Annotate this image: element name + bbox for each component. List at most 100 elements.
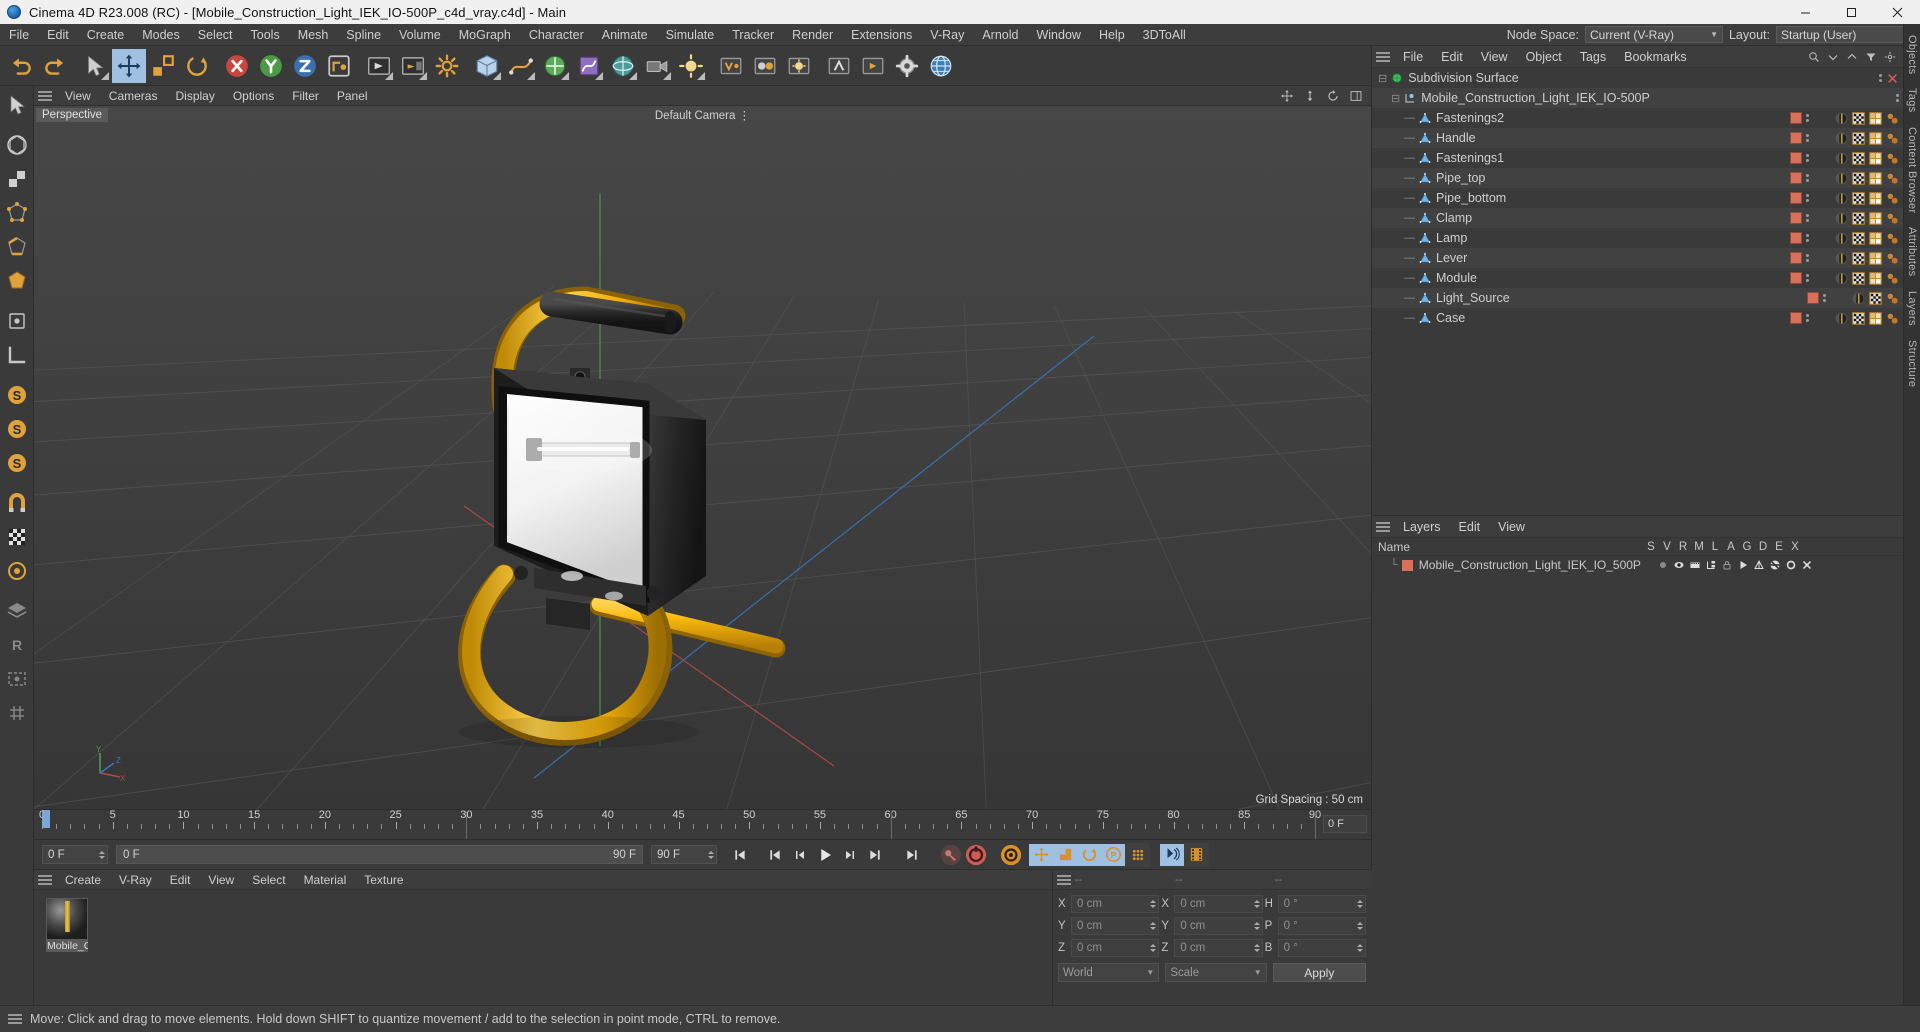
- phong-tag-icon[interactable]: [1886, 112, 1899, 125]
- phong-tag-icon[interactable]: [1886, 292, 1899, 305]
- layer-color-tag[interactable]: [1790, 232, 1802, 244]
- texture-tag-icon[interactable]: [1869, 171, 1882, 185]
- current-frame-input[interactable]: 0 F: [42, 845, 108, 864]
- visibility-dots-icon[interactable]: [1879, 74, 1882, 82]
- select-tool-button[interactable]: [78, 49, 112, 83]
- menu-item-arnold[interactable]: Arnold: [973, 24, 1027, 46]
- material-menu-select[interactable]: Select: [243, 870, 294, 890]
- end-frame-input[interactable]: 90 F: [651, 845, 717, 864]
- object-row[interactable]: ⊟ Subdivision Surface: [1372, 68, 1903, 88]
- layers-menu-view[interactable]: View: [1489, 516, 1534, 538]
- menu-item-extensions[interactable]: Extensions: [842, 24, 921, 46]
- dock-tab-objects[interactable]: Objects: [1906, 28, 1918, 81]
- layer-color-tag[interactable]: [1790, 112, 1802, 124]
- close-button[interactable]: [1874, 0, 1920, 24]
- material-manager-hamburger-icon[interactable]: [34, 873, 56, 887]
- rotation-b-stepper[interactable]: [1353, 943, 1363, 952]
- r-badge-button[interactable]: R: [2, 628, 32, 662]
- size-y-input[interactable]: 0 cm: [1174, 916, 1263, 935]
- render-view-button[interactable]: [362, 49, 396, 83]
- position-x-stepper[interactable]: [1146, 899, 1157, 908]
- coordinate-system-dropdown[interactable]: World ▼: [1058, 963, 1160, 982]
- texture-tag-icon[interactable]: [1869, 271, 1882, 285]
- layer-color-tag[interactable]: [1790, 152, 1802, 164]
- vray-light-button[interactable]: [782, 49, 816, 83]
- viewport-menu-options[interactable]: Options: [224, 86, 283, 106]
- visibility-dots-icon[interactable]: [1806, 254, 1809, 262]
- current-frame-stepper[interactable]: [95, 850, 105, 859]
- add-deformer-button[interactable]: [572, 49, 606, 83]
- render-icon[interactable]: [1688, 559, 1701, 572]
- phong-tag-icon[interactable]: [1886, 192, 1899, 205]
- position-y-input[interactable]: 0 cm: [1071, 916, 1160, 935]
- visibility-dots-icon[interactable]: [1806, 274, 1809, 282]
- go-to-next-frame-button[interactable]: [837, 843, 862, 867]
- uvw-tag-icon[interactable]: [1852, 251, 1865, 265]
- viewport-menu-display[interactable]: Display: [166, 86, 223, 106]
- material-tag-icon[interactable]: [1835, 152, 1848, 165]
- undo-button[interactable]: [4, 49, 38, 83]
- menu-item-mograph[interactable]: MoGraph: [450, 24, 520, 46]
- arnold-render-button[interactable]: [822, 49, 856, 83]
- transform-mode-dropdown[interactable]: Scale ▼: [1165, 963, 1267, 982]
- record-active-objects-button[interactable]: [938, 843, 963, 867]
- object-row[interactable]: — Pipe_top: [1372, 168, 1903, 188]
- material-menu-vray[interactable]: V-Ray: [110, 870, 161, 890]
- size-x-stepper[interactable]: [1250, 899, 1260, 908]
- visibility-dots-icon[interactable]: [1806, 234, 1809, 242]
- layer-color-tag[interactable]: [1790, 132, 1802, 144]
- material-thumbnail[interactable]: [46, 898, 88, 940]
- viewport-menu-hamburger-icon[interactable]: [34, 89, 56, 103]
- menu-item-volume[interactable]: Volume: [390, 24, 450, 46]
- object-row[interactable]: — Case: [1372, 308, 1903, 328]
- go-to-start-button[interactable]: [727, 843, 752, 867]
- go-to-previous-frame-button[interactable]: [787, 843, 812, 867]
- preview-range-bar[interactable]: 0 F 90 F: [116, 845, 643, 864]
- timeline-current-frame-field[interactable]: 0 F: [1323, 815, 1367, 833]
- point-mode-button[interactable]: [2, 196, 32, 230]
- uvw-tag-icon[interactable]: [1869, 291, 1882, 305]
- add-light-button[interactable]: [674, 49, 708, 83]
- layers-menu-edit[interactable]: Edit: [1450, 516, 1490, 538]
- model-mode-button[interactable]: [2, 128, 32, 162]
- object-row[interactable]: — Lamp: [1372, 228, 1903, 248]
- texture-mode-button[interactable]: [2, 162, 32, 196]
- layer-color-swatch[interactable]: [1401, 559, 1413, 571]
- object-row[interactable]: — Pipe_bottom: [1372, 188, 1903, 208]
- rotation-h-input[interactable]: 0 °: [1277, 894, 1366, 913]
- object-row[interactable]: — Fastenings1: [1372, 148, 1903, 168]
- layer-tool-button[interactable]: [2, 594, 32, 628]
- menu-item-spline[interactable]: Spline: [337, 24, 390, 46]
- status-bar-hamburger-icon[interactable]: [8, 1012, 22, 1026]
- material-menu-texture[interactable]: Texture: [355, 870, 412, 890]
- dock-tab-structure[interactable]: Structure: [1906, 333, 1918, 394]
- minimize-button[interactable]: [1782, 0, 1828, 24]
- vray-materials-button[interactable]: [748, 49, 782, 83]
- apply-button[interactable]: Apply: [1272, 963, 1366, 982]
- uv-checker-button[interactable]: [2, 520, 32, 554]
- layer-color-tag[interactable]: [1790, 172, 1802, 184]
- expression-icon[interactable]: [1784, 559, 1797, 572]
- menu-item-animate[interactable]: Animate: [593, 24, 657, 46]
- object-manager-hamburger-icon[interactable]: [1372, 50, 1394, 64]
- autokeying-button[interactable]: [963, 843, 988, 867]
- menu-item-select[interactable]: Select: [189, 24, 242, 46]
- node-space-dropdown[interactable]: Current (V-Ray) ▼: [1584, 26, 1723, 43]
- visibility-dots-icon[interactable]: [1806, 194, 1809, 202]
- viewport-3d-canvas[interactable]: Perspective Default Camera ⋮ Grid Spacin…: [34, 106, 1371, 809]
- end-frame-stepper[interactable]: [704, 850, 714, 859]
- uvw-tag-icon[interactable]: [1852, 151, 1865, 165]
- menu-item-modes[interactable]: Modes: [133, 24, 189, 46]
- menu-item-tools[interactable]: Tools: [242, 24, 289, 46]
- texture-tag-icon[interactable]: [1869, 191, 1882, 205]
- position-x-input[interactable]: 0 cm: [1071, 894, 1160, 913]
- layer-color-tag[interactable]: [1790, 252, 1802, 264]
- move-tool-button[interactable]: [112, 48, 146, 83]
- add-cube-button[interactable]: [470, 49, 504, 83]
- phong-tag-icon[interactable]: [1886, 132, 1899, 145]
- timeline-button[interactable]: [1184, 842, 1209, 867]
- solo-view-button[interactable]: [2, 554, 32, 588]
- position-y-stepper[interactable]: [1146, 921, 1157, 930]
- phong-tag-icon[interactable]: [1886, 252, 1899, 265]
- layer-row[interactable]: └ Mobile_Construction_Light_IEK_IO_500P: [1372, 556, 1903, 574]
